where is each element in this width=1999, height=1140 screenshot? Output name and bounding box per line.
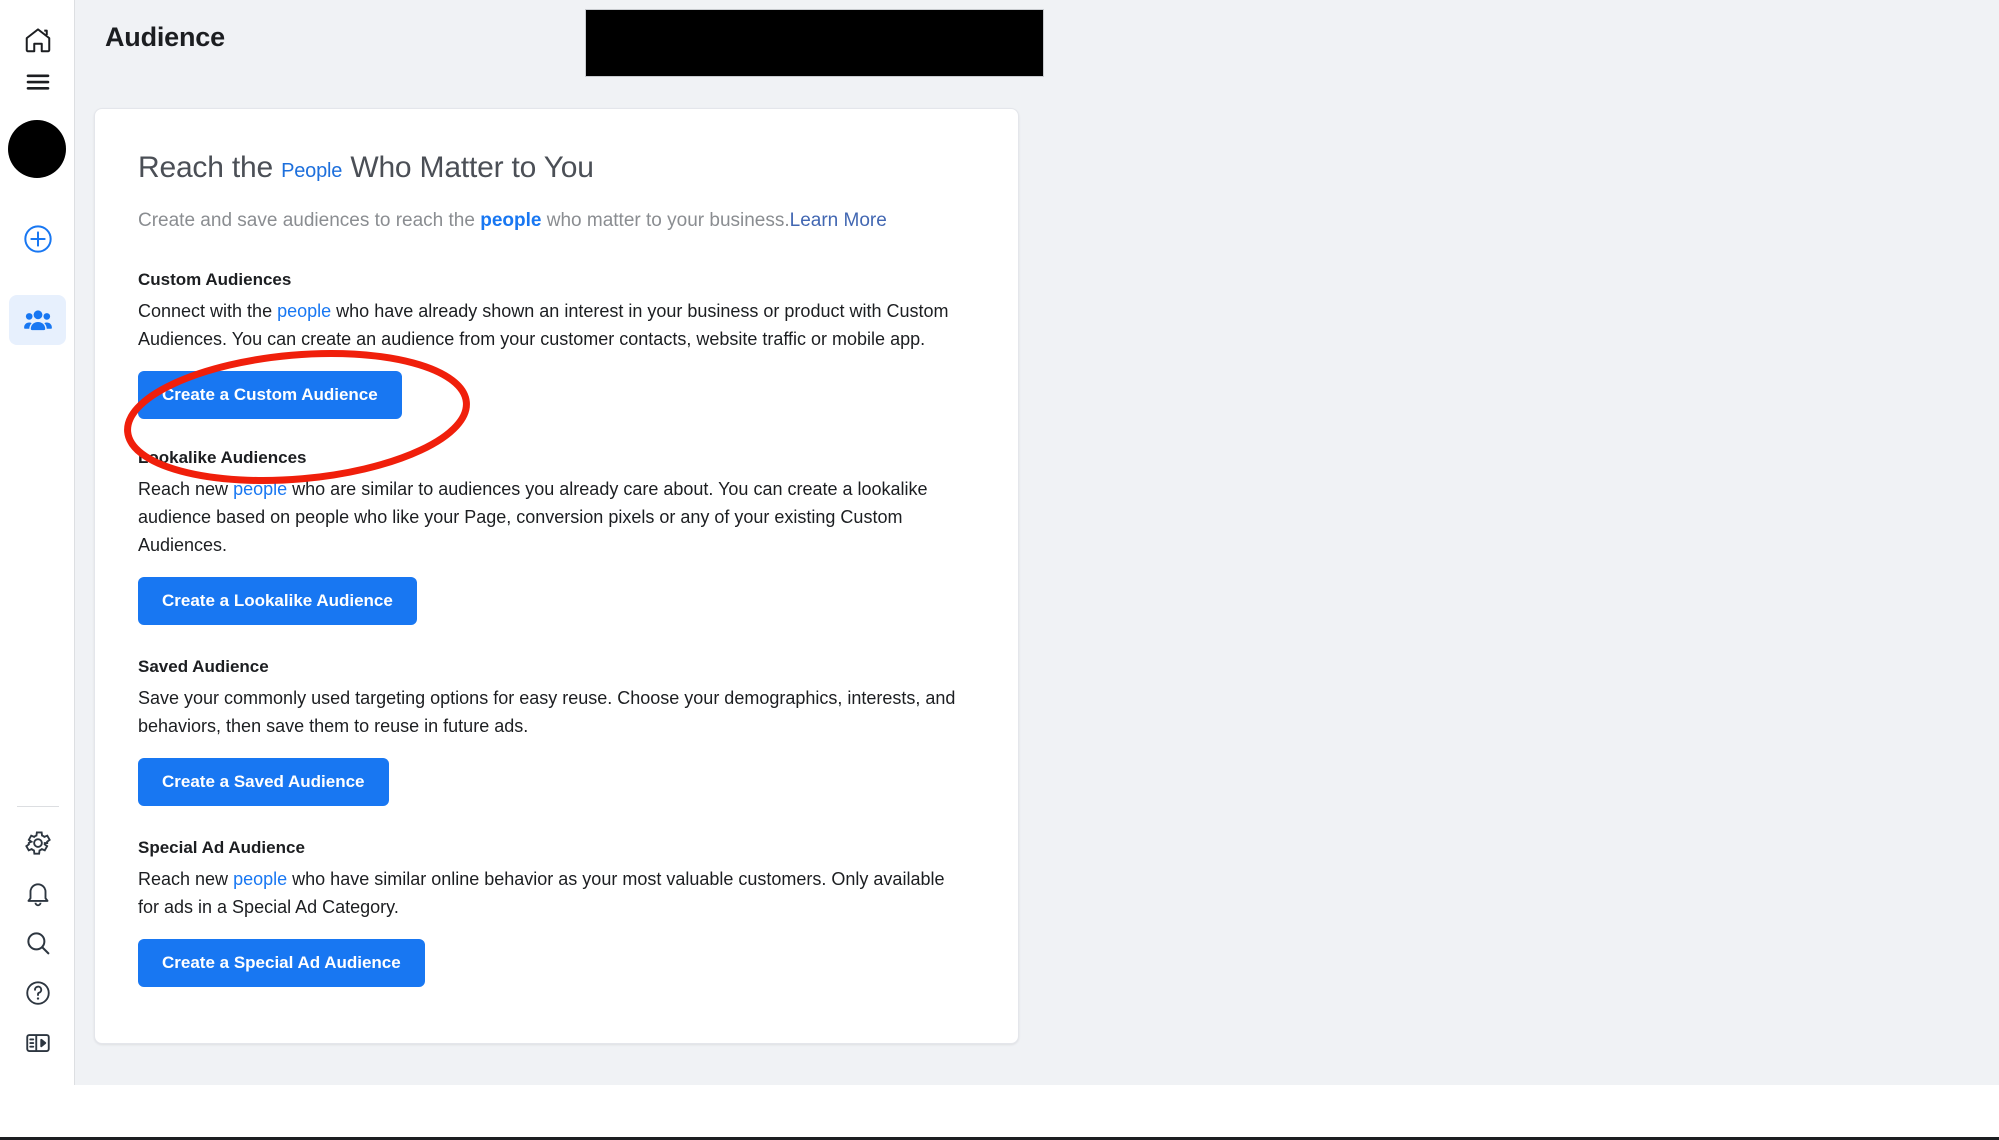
sidebar-item-help[interactable] — [9, 968, 66, 1018]
sidebar-item-notifications[interactable] — [9, 868, 66, 918]
sidebar-item-settings[interactable] — [9, 818, 66, 868]
audiences-people-icon — [22, 304, 54, 336]
sidebar-item-create[interactable] — [9, 214, 66, 264]
sidebar-item-panel-toggle[interactable] — [9, 1018, 66, 1068]
home-icon — [23, 25, 53, 55]
section-title: Custom Audiences — [138, 270, 292, 289]
sidebar-item-audiences[interactable] — [9, 295, 66, 345]
menu-icon — [23, 67, 53, 97]
audience-card: Reach the People Who Matter to You Creat… — [94, 108, 1019, 1044]
learn-more-link[interactable]: Learn More — [790, 210, 887, 231]
sidebar-item-menu[interactable] — [9, 57, 66, 107]
section-people-link[interactable]: people — [233, 479, 287, 499]
section-lookalike-audiences: Lookalike Audiences Reach new people who… — [138, 446, 978, 625]
hero-subtitle: Create and save audiences to reach the p… — [138, 208, 978, 234]
section-saved-audience: Saved Audience Save your commonly used t… — [138, 655, 978, 806]
create-saved-audience-button[interactable]: Create a Saved Audience — [138, 758, 389, 806]
hero-heading-part1: Reach the — [138, 151, 273, 184]
section-title: Saved Audience — [138, 657, 269, 676]
hero-heading-people-link[interactable]: People — [281, 160, 342, 182]
hero-heading: Reach the People Who Matter to You — [138, 149, 978, 190]
hero-subtitle-part1: Create and save audiences to reach the — [138, 210, 475, 231]
hero-subtitle-part2: who matter to your business. — [546, 210, 790, 231]
sidebar-divider — [17, 806, 59, 807]
hero-heading-part2: Who Matter to You — [350, 151, 594, 184]
section-body-part1: Reach new — [138, 479, 229, 499]
search-icon — [23, 928, 53, 958]
bell-icon — [23, 878, 53, 908]
section-body: Save your commonly used targeting option… — [138, 688, 956, 736]
section-body: Reach new people who are similar to audi… — [138, 475, 968, 559]
sidebar-item-search[interactable] — [9, 918, 66, 968]
page-title: Audience — [105, 22, 225, 52]
create-custom-audience-button[interactable]: Create a Custom Audience — [138, 371, 402, 419]
section-custom-audiences: Custom Audiences Connect with the people… — [138, 268, 978, 419]
hero-subtitle-people-link[interactable]: people — [480, 210, 541, 231]
left-sidebar — [0, 0, 75, 1085]
help-circle-icon — [23, 978, 53, 1008]
section-people-link[interactable]: people — [277, 301, 331, 321]
plus-circle-icon — [22, 223, 54, 255]
section-body-part1: Reach new — [138, 869, 229, 889]
section-people-link[interactable]: people — [233, 869, 287, 889]
header-redacted-block — [585, 9, 1044, 77]
gear-icon — [23, 828, 53, 858]
panel-toggle-icon — [23, 1028, 53, 1058]
section-special-ad-audience: Special Ad Audience Reach new people who… — [138, 836, 978, 987]
create-lookalike-audience-button[interactable]: Create a Lookalike Audience — [138, 577, 417, 625]
bottom-white-band — [0, 1085, 1999, 1137]
create-special-ad-audience-button[interactable]: Create a Special Ad Audience — [138, 939, 425, 987]
section-body: Connect with the people who have already… — [138, 297, 968, 353]
section-body-part1: Connect with the — [138, 301, 273, 321]
avatar[interactable] — [8, 120, 66, 178]
section-title: Special Ad Audience — [138, 838, 305, 857]
section-title: Lookalike Audiences — [138, 448, 307, 467]
section-body: Reach new people who have similar online… — [138, 865, 968, 921]
